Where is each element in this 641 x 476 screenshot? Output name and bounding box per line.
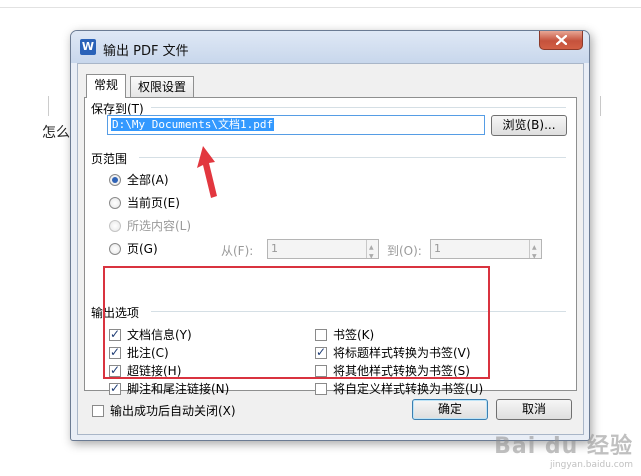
annotation-arrow-icon — [197, 146, 217, 198]
wps-writer-icon: W — [80, 39, 96, 55]
baidu-watermark: Bai du 经验 jingyan.baidu.com — [494, 428, 633, 470]
checkbox-bookmarks-label: 书签(K) — [333, 328, 375, 342]
radio-all[interactable]: 全部(A) — [109, 171, 169, 188]
radio-current-page[interactable]: 当前页(E) — [109, 194, 180, 211]
close-button[interactable] — [539, 31, 583, 50]
checkbox-comments-label: 批注(C) — [127, 346, 169, 360]
checkbox-footnote-links-label: 脚注和尾注链接(N) — [127, 382, 230, 396]
checkbox-custom-to-bookmarks[interactable]: 将自定义样式转换为书签(U) — [315, 380, 483, 397]
checkbox[interactable] — [315, 328, 327, 341]
to-page-spinner: 1 — [430, 239, 542, 266]
margin-guide-right — [600, 96, 601, 116]
save-path-input[interactable]: D:\My Documents\文档1.pdf — [107, 115, 485, 135]
radio-selection-label: 所选内容(L) — [127, 219, 192, 233]
document-text: 怎么 — [42, 125, 70, 141]
checkbox-doc-info[interactable]: 文档信息(Y) — [109, 326, 192, 343]
from-label: 从(F): — [221, 244, 254, 258]
checkbox[interactable] — [109, 381, 121, 395]
dialog-title: 输出 PDF 文件 — [103, 44, 189, 59]
radio-selection: 所选内容(L) — [109, 217, 191, 234]
tab-general[interactable]: 常规 — [86, 74, 127, 98]
radio-button[interactable] — [109, 173, 121, 186]
ok-button[interactable]: 确定 — [412, 399, 488, 420]
from-page-spinner: 1 — [267, 239, 379, 266]
tab-permissions[interactable]: 权限设置 — [130, 76, 195, 97]
watermark-brand: Bai du 经验 — [494, 434, 633, 459]
radio-button[interactable] — [109, 196, 121, 209]
checkbox-auto-close-label: 输出成功后自动关闭(X) — [110, 404, 236, 418]
checkbox[interactable] — [109, 363, 121, 377]
radio-button — [109, 219, 121, 232]
cancel-button[interactable]: 取消 — [496, 399, 572, 420]
checkbox-hyperlinks-label: 超链接(H) — [127, 364, 182, 378]
to-label: 到(O): — [387, 244, 422, 258]
radio-button[interactable] — [109, 242, 121, 255]
checkbox-doc-info-label: 文档信息(Y) — [127, 328, 192, 342]
margin-guide-left — [48, 96, 49, 116]
page-range-label: 页范围 — [91, 150, 132, 167]
dialog-client: 常规 权限设置 保存到(T) D:\My Documents\文档1.pdf 浏… — [77, 63, 584, 435]
checkbox-heading-to-bookmarks[interactable]: 将标题样式转换为书签(V) — [315, 344, 471, 361]
background-top-bar — [0, 0, 641, 8]
checkbox-other-to-bookmarks[interactable]: 将其他样式转换为书签(S) — [315, 362, 470, 379]
output-options-label: 输出选项 — [91, 304, 144, 321]
checkbox-heading-to-bookmarks-label: 将标题样式转换为书签(V) — [333, 346, 471, 360]
radio-pages[interactable]: 页(G) — [109, 240, 158, 257]
close-icon — [556, 35, 567, 45]
tab-panel-general: 保存到(T) D:\My Documents\文档1.pdf 浏览(B)... … — [84, 97, 577, 396]
browse-button[interactable]: 浏览(B)... — [491, 115, 567, 136]
save-path-value: D:\My Documents\文档1.pdf — [111, 118, 275, 131]
checkbox[interactable] — [315, 345, 327, 359]
checkbox-bookmarks[interactable]: 书签(K) — [315, 326, 374, 343]
checkbox[interactable] — [109, 345, 121, 359]
checkbox[interactable] — [315, 364, 327, 377]
watermark-url: jingyan.baidu.com — [549, 460, 633, 470]
radio-current-page-label: 当前页(E) — [127, 196, 180, 210]
from-page-value: 1 — [271, 242, 278, 255]
checkbox[interactable] — [315, 382, 327, 395]
checkbox-footnote-links[interactable]: 脚注和尾注链接(N) — [109, 380, 229, 397]
spinner-arrows — [366, 239, 378, 266]
checkbox[interactable] — [109, 327, 121, 341]
dialog-titlebar[interactable]: W 输出 PDF 文件 — [71, 31, 589, 63]
export-pdf-dialog: W 输出 PDF 文件 常规 权限设置 保存到(T) D:\My Documen… — [70, 30, 590, 441]
divider — [151, 311, 566, 312]
checkbox-hyperlinks[interactable]: 超链接(H) — [109, 362, 181, 379]
checkbox-custom-to-bookmarks-label: 将自定义样式转换为书签(U) — [333, 382, 484, 396]
divider — [151, 107, 566, 108]
radio-all-label: 全部(A) — [127, 173, 169, 187]
checkbox-comments[interactable]: 批注(C) — [109, 344, 169, 361]
spinner-arrows — [529, 239, 541, 266]
to-page-value: 1 — [434, 242, 441, 255]
checkbox-other-to-bookmarks-label: 将其他样式转换为书签(S) — [333, 364, 470, 378]
radio-pages-label: 页(G) — [127, 242, 158, 256]
checkbox-auto-close[interactable]: 输出成功后自动关闭(X) — [92, 402, 236, 419]
checkbox[interactable] — [92, 404, 104, 417]
